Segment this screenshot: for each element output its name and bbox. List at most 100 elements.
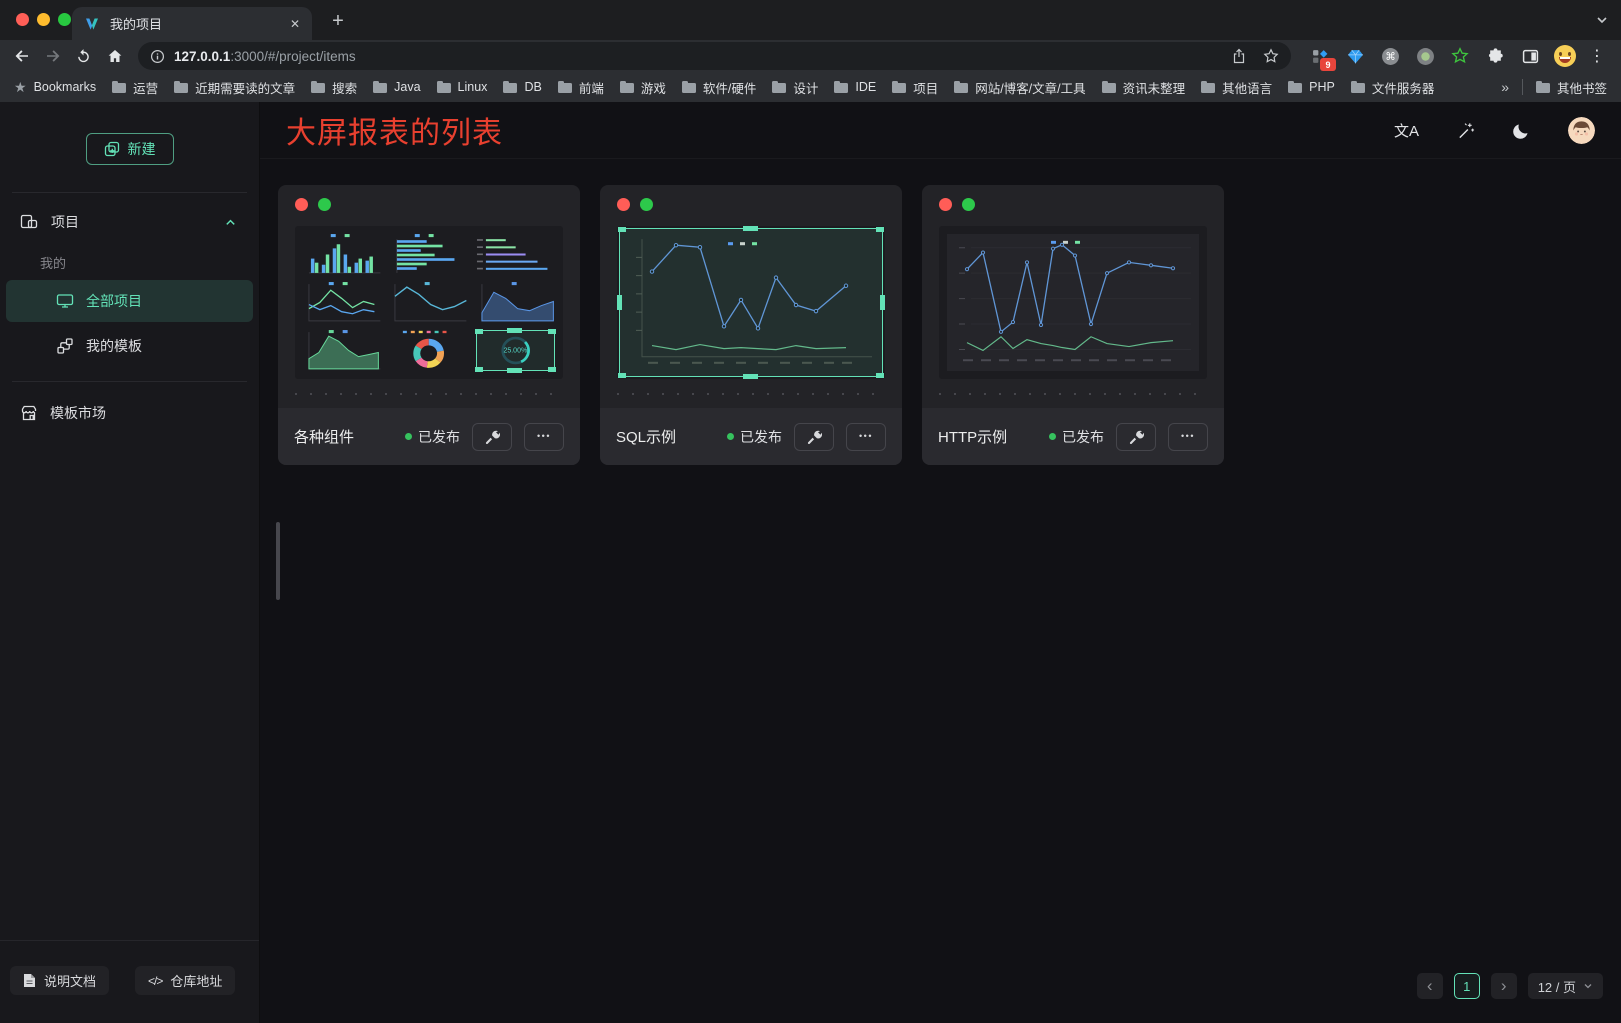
bookmarks-overflow-button[interactable]: » <box>1501 79 1509 95</box>
svg-text:⌘: ⌘ <box>1385 51 1396 63</box>
bookmark-item[interactable]: 资讯未整理 <box>1102 78 1186 97</box>
home-button[interactable] <box>101 43 128 70</box>
bookmark-item[interactable]: DB <box>503 80 541 94</box>
folder-icon <box>558 83 572 93</box>
extension-recorder-icon[interactable] <box>1412 43 1438 69</box>
card-green-dot <box>640 198 653 211</box>
user-avatar[interactable] <box>1568 117 1595 144</box>
bookmarks-manager-item[interactable]: ★ Bookmarks <box>14 80 96 94</box>
magic-wand-button[interactable] <box>1456 121 1475 140</box>
extension-dict-icon[interactable]: 9 <box>1307 43 1333 69</box>
bookmark-item[interactable]: 其他语言 <box>1201 78 1272 97</box>
tab-close-button[interactable]: ✕ <box>290 17 300 31</box>
extension-emoji-icon[interactable] <box>1552 43 1578 69</box>
bookmark-item[interactable]: 设计 <box>772 78 818 97</box>
new-tab-button[interactable]: + <box>325 8 351 34</box>
ellipsis-icon: ••• <box>859 432 873 441</box>
bookmark-item[interactable]: 近期需要读的文章 <box>174 78 295 97</box>
bookmark-item[interactable]: 网站/博客/文章/工具 <box>954 78 1085 97</box>
card-red-dot <box>939 198 952 211</box>
minimize-window-button[interactable] <box>37 13 50 26</box>
site-info-icon[interactable] <box>150 49 165 64</box>
close-window-button[interactable] <box>16 13 29 26</box>
side-panel-icon[interactable] <box>1517 43 1543 69</box>
browser-tab[interactable]: 我的项目 ✕ <box>72 7 312 40</box>
bookmark-item[interactable]: 文件服务器 <box>1351 78 1435 97</box>
storefront-icon <box>20 404 38 422</box>
card-status: 已发布 <box>1049 427 1104 447</box>
bookmark-item[interactable]: Java <box>373 80 420 94</box>
main-header: 大屏报表的列表 文A <box>260 102 1621 159</box>
new-button-label: 新建 <box>128 139 156 159</box>
bookmark-label: DB <box>524 80 541 94</box>
sidebar-item-all-projects[interactable]: 全部项目 <box>6 280 253 322</box>
repo-button-label: 仓库地址 <box>170 971 222 990</box>
bookmark-item[interactable]: 项目 <box>892 78 938 97</box>
zoom-window-button[interactable] <box>58 13 71 26</box>
new-project-button[interactable]: 新建 <box>86 133 174 165</box>
chevron-up-icon[interactable] <box>224 216 237 229</box>
project-thumbnail[interactable] <box>617 226 885 379</box>
prev-page-button[interactable]: ‹ <box>1417 973 1443 999</box>
bookmark-item[interactable]: Linux <box>437 80 488 94</box>
page-size-select[interactable]: 12 / 页 <box>1528 973 1603 999</box>
project-thumbnail[interactable]: 25.00% <box>295 226 563 379</box>
extensions-puzzle-icon[interactable] <box>1482 43 1508 69</box>
bookmark-label: 游戏 <box>641 78 666 97</box>
bookmark-label: 搜索 <box>332 78 357 97</box>
url-text: 127.0.0.1:3000/#/project/items <box>174 49 356 64</box>
dotted-divider <box>295 393 563 395</box>
edit-project-button[interactable] <box>472 423 512 451</box>
extension-badge: 9 <box>1320 58 1336 71</box>
bookmark-item[interactable]: IDE <box>834 80 876 94</box>
browser-window: 我的项目 ✕ + 127.0.0.1:3000/#/project/items <box>0 0 1621 1023</box>
more-actions-button[interactable]: ••• <box>1168 423 1208 451</box>
dotted-divider <box>939 393 1207 395</box>
hammer-icon <box>806 429 822 445</box>
bookmark-item[interactable]: 前端 <box>558 78 604 97</box>
back-button[interactable] <box>8 43 35 70</box>
chrome-menu-button[interactable]: ⋮ <box>1587 46 1607 66</box>
bookmark-item[interactable]: 运营 <box>112 78 158 97</box>
address-bar[interactable]: 127.0.0.1:3000/#/project/items <box>138 42 1291 70</box>
extensions-row: 9 ⌘ ⋮ <box>1301 43 1613 69</box>
more-actions-button[interactable]: ••• <box>846 423 886 451</box>
sidebar-item-my-templates[interactable]: 我的模板 <box>6 325 253 367</box>
scrollbar-thumb[interactable] <box>276 522 280 600</box>
sidebar-item-template-market[interactable]: 模板市场 <box>6 392 253 434</box>
current-page-button[interactable]: 1 <box>1454 973 1480 999</box>
bookmark-label: PHP <box>1309 80 1335 94</box>
project-thumbnail[interactable] <box>939 226 1207 379</box>
star-icon: ★ <box>14 80 27 94</box>
extension-gem-icon[interactable] <box>1342 43 1368 69</box>
docs-button[interactable]: 说明文档 <box>10 966 109 995</box>
dark-mode-moon-button[interactable] <box>1512 121 1531 140</box>
sidebar: 新建 项目 我的 全部项目 <box>0 102 260 1023</box>
tab-search-button[interactable] <box>1595 13 1609 27</box>
bookmark-item[interactable]: PHP <box>1288 80 1335 94</box>
reload-button[interactable] <box>70 43 97 70</box>
language-toggle-button[interactable]: 文A <box>1394 120 1419 141</box>
edit-project-button[interactable] <box>794 423 834 451</box>
divider <box>12 381 247 382</box>
mini-bar-chart <box>301 232 384 277</box>
sidebar-group-projects[interactable]: 项目 <box>0 193 259 240</box>
more-actions-button[interactable]: ••• <box>524 423 564 451</box>
app-body: 新建 项目 我的 全部项目 <box>0 102 1621 1023</box>
extension-star-icon[interactable] <box>1447 43 1473 69</box>
new-icon <box>104 141 120 157</box>
extension-cmd-icon[interactable]: ⌘ <box>1377 43 1403 69</box>
bookmark-item[interactable]: 搜索 <box>311 78 357 97</box>
folder-icon <box>620 83 634 93</box>
bookmark-label: 项目 <box>913 78 938 97</box>
bookmark-star-icon[interactable] <box>1263 48 1279 64</box>
repo-button[interactable]: </> 仓库地址 <box>135 966 235 995</box>
next-page-button[interactable]: › <box>1491 973 1517 999</box>
forward-button[interactable] <box>39 43 66 70</box>
bookmark-item[interactable]: 软件/硬件 <box>682 78 756 97</box>
other-bookmarks-button[interactable]: 其他书签 <box>1536 78 1607 97</box>
mini-two-line-chart <box>301 280 384 325</box>
bookmark-item[interactable]: 游戏 <box>620 78 666 97</box>
share-icon[interactable] <box>1231 48 1247 64</box>
edit-project-button[interactable] <box>1116 423 1156 451</box>
